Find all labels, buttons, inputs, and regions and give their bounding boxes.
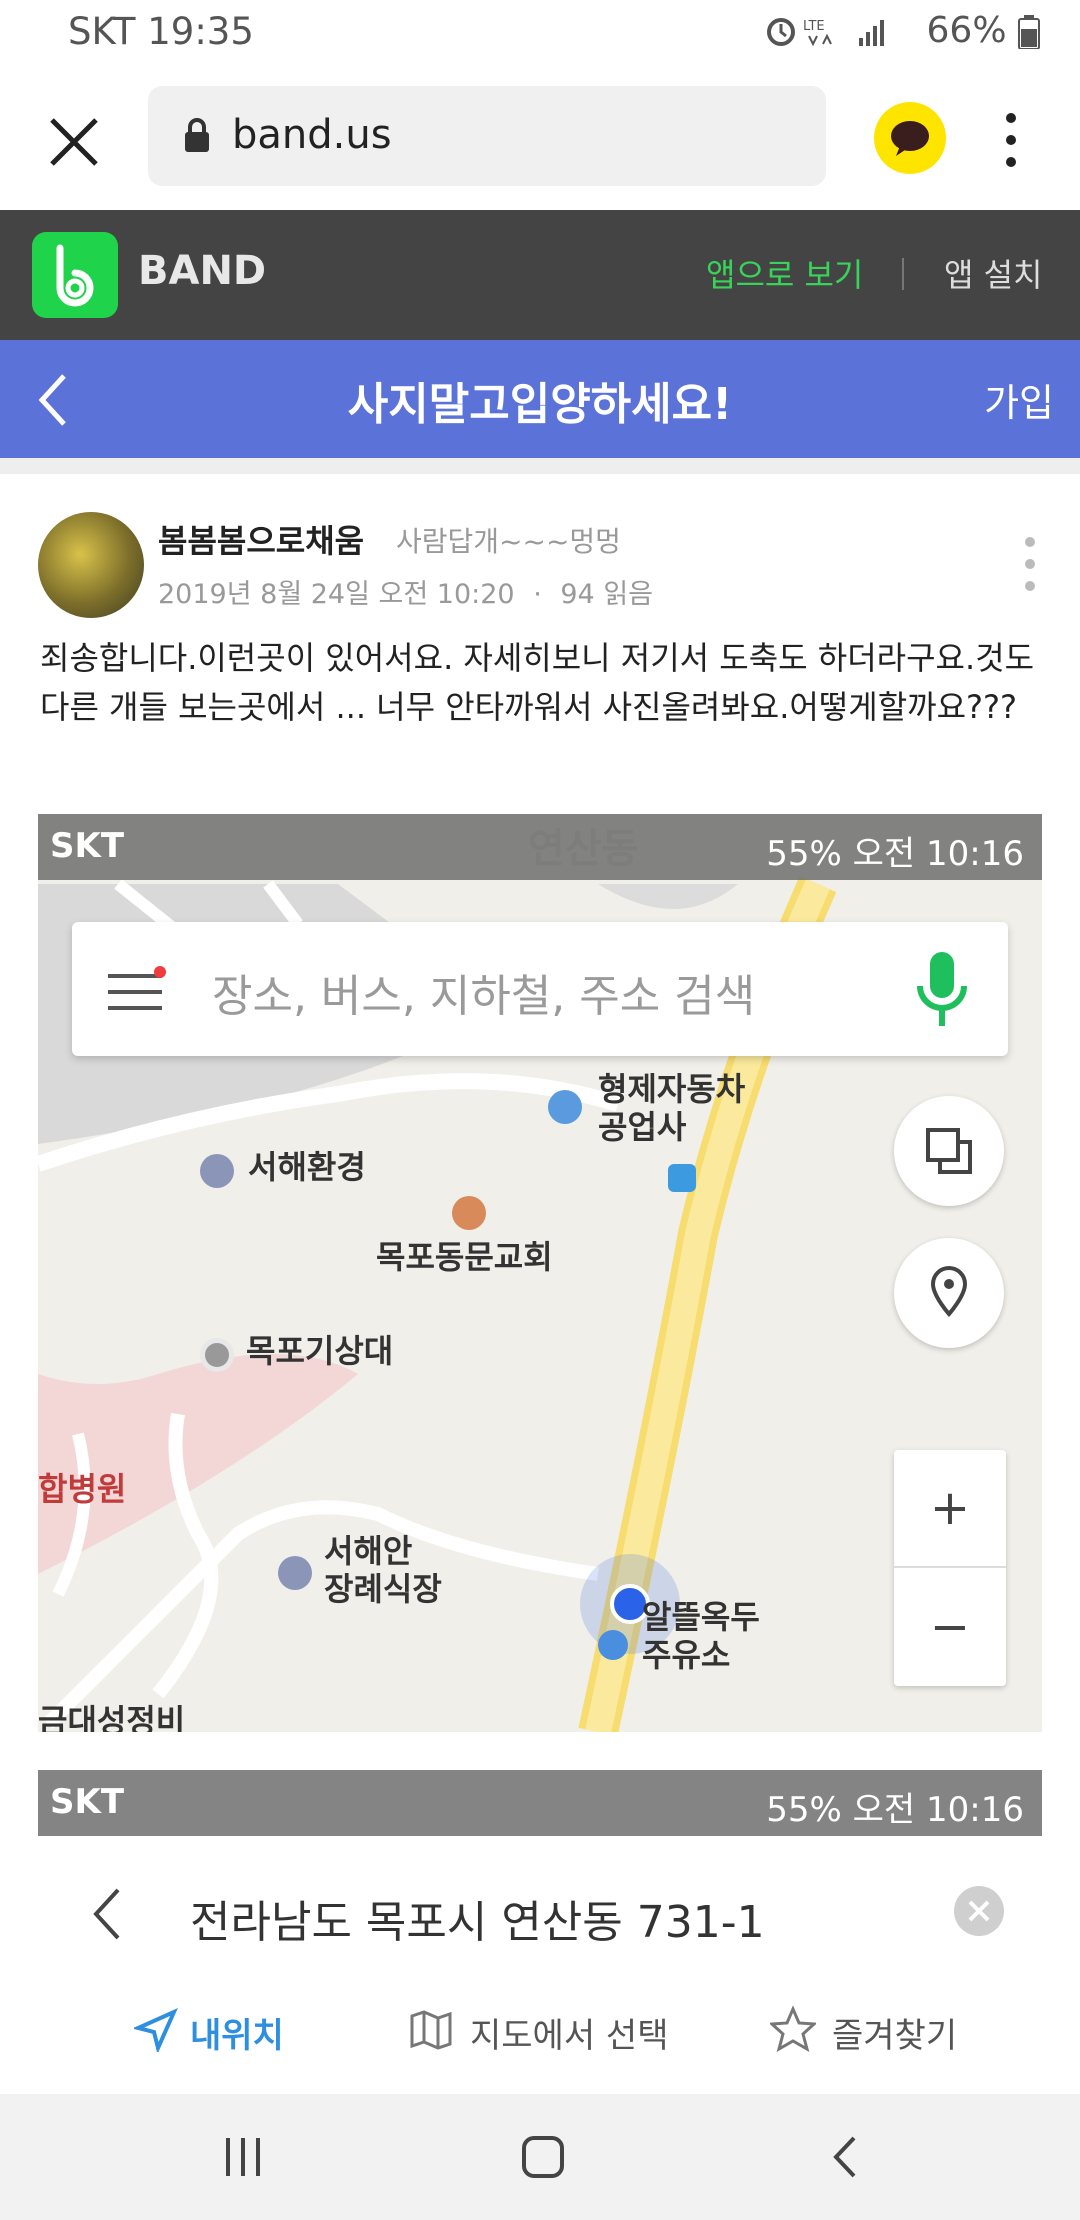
poi-label[interactable]: 서해안 장례식장 (324, 1532, 442, 1608)
my-location-tab[interactable]: 내위치 (190, 2008, 284, 2057)
group-title: 사지말고입양하세요! (347, 379, 733, 430)
recent-apps-icon[interactable] (222, 2136, 264, 2178)
pick-on-map-tab[interactable]: 지도에서 선택 (470, 2008, 669, 2057)
map-icon (410, 2010, 452, 2050)
post-body: 죄송합니다.이런곳이 있어서요. 자세히보니 저기서 도축도 하더라구요.것도 … (40, 639, 1035, 726)
post-author[interactable]: 봄봄봄으로채움 (158, 516, 364, 562)
layers-icon (926, 1128, 972, 1174)
favorites-tab[interactable]: 즐겨찾기 (832, 2008, 957, 2057)
poi-label[interactable]: 알뜰옥두 주유소 (642, 1598, 760, 1674)
open-in-app-link[interactable]: 앱으로 보기 (706, 250, 863, 296)
area-label: 연산동 (528, 826, 639, 872)
poi-label[interactable]: 형제자동차 공업사 (598, 1070, 745, 1146)
map-search-placeholder: 장소, 버스, 지하철, 주소 검색 (212, 971, 756, 1022)
zoom-in-button[interactable]: + (894, 1450, 1006, 1568)
map-screenshot-1[interactable]: SKT 55% 오전 10:16 장소, 버스, 지하철, 주소 검색 + − … (38, 814, 1042, 1732)
zoom-out-button[interactable]: − (894, 1568, 1006, 1686)
svg-text:LTE: LTE (803, 19, 825, 34)
join-button[interactable]: 가입 (984, 372, 1054, 427)
mic-icon[interactable] (912, 948, 972, 1032)
kakao-talk-button[interactable] (874, 102, 946, 174)
map-search-box[interactable]: 장소, 버스, 지하철, 주소 검색 (72, 922, 1008, 1056)
kakao-talk-icon (891, 121, 929, 156)
lock-icon (185, 118, 209, 152)
post-reads: 94 읽음 (560, 579, 653, 610)
meta-dot: · (533, 579, 542, 610)
status-icons: LTE 66% (765, 10, 1040, 52)
gas-station-icon (598, 1630, 628, 1660)
post-more-icon[interactable] (1022, 534, 1038, 594)
band-logo-icon[interactable] (32, 232, 118, 318)
inner-status-right: 55% 오전 10:16 (766, 834, 1024, 874)
band-header: BAND 앱으로 보기 앱 설치 (0, 210, 1080, 340)
close-icon[interactable] (46, 114, 102, 170)
status-bar: SKT 19:35 LTE 66% (0, 0, 1080, 66)
map-screenshot-2[interactable]: SKT 55% 오전 10:16 전라남도 목포시 연산동 731-1 내위치 … (38, 1770, 1042, 2092)
clear-x-glyph (968, 1900, 990, 1922)
author-subtitle: 사람답개~~~멍멍 (396, 525, 621, 558)
poi-label[interactable]: 목포기상대 (246, 1332, 393, 1370)
inner-carrier: SKT (50, 1782, 125, 1822)
divider (902, 258, 904, 290)
inner-status-bar: SKT 55% 오전 10:16 (38, 1770, 1042, 1836)
navigation-arrow-icon (134, 2008, 178, 2052)
church-icon (452, 1196, 486, 1230)
carrier-time: SKT 19:35 (68, 10, 254, 53)
inner-carrier: SKT (50, 826, 125, 866)
clear-icon[interactable] (954, 1886, 1004, 1936)
address-text[interactable]: 전라남도 목포시 연산동 731-1 (190, 1886, 765, 1950)
poi-repair-icon (548, 1090, 582, 1124)
section-gap (0, 458, 1080, 474)
install-app-link[interactable]: 앱 설치 (944, 250, 1043, 296)
location-button[interactable] (894, 1238, 1004, 1348)
star-icon (770, 2006, 816, 2052)
more-vert-icon[interactable] (996, 110, 1026, 170)
battery-percent: 66% (926, 10, 1007, 51)
back-icon[interactable] (92, 1886, 122, 1942)
poi-label[interactable]: 합병원 (38, 1470, 126, 1508)
post-meta: 2019년 8월 24일 오전 10:20 · 94 읽음 (158, 572, 653, 611)
poi-funeral-icon (278, 1556, 312, 1590)
avatar[interactable] (38, 512, 144, 618)
status-icons-svg: LTE (767, 18, 885, 47)
back-icon[interactable] (34, 370, 74, 430)
menu-icon[interactable] (108, 966, 168, 1016)
inner-status-right: 55% 오전 10:16 (766, 1790, 1024, 1830)
layers-button[interactable] (894, 1096, 1004, 1206)
poi-label[interactable]: 금대성정비 (38, 1702, 185, 1732)
zoom-control: + − (894, 1450, 1006, 1686)
system-nav-bar (0, 2094, 1080, 2220)
band-logo-glyph (56, 244, 94, 307)
back-nav-icon[interactable] (830, 2134, 860, 2180)
battery-icon (1018, 15, 1040, 50)
poi-place-icon (200, 1338, 234, 1372)
bus-stop-icon[interactable] (668, 1164, 696, 1192)
poi-office-icon (200, 1154, 234, 1188)
post-date: 2019년 8월 24일 오전 10:20 (158, 579, 515, 610)
url-text: band.us (232, 112, 392, 158)
group-header: 사지말고입양하세요! 가입 (0, 340, 1080, 458)
poi-label[interactable]: 서해환경 (248, 1148, 366, 1186)
band-brand: BAND (138, 248, 267, 294)
location-pin-icon (930, 1265, 968, 1318)
url-bar[interactable]: band.us (148, 86, 826, 186)
poi-label[interactable]: 목포동문교회 (376, 1238, 553, 1276)
browser-toolbar: band.us (0, 66, 1080, 210)
home-icon[interactable] (520, 2134, 566, 2180)
